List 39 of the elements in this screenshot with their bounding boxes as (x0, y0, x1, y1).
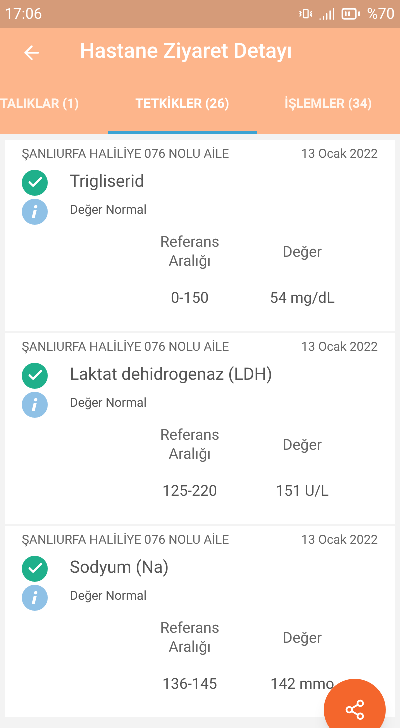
result-value: 54 mg/dL (270, 288, 335, 309)
info-icon (22, 584, 48, 611)
range-header: Referans Aralığı (159, 232, 221, 271)
facility-name: ŞANLIURFA HALİLİYE 076 NOLU AİLE (22, 339, 230, 357)
result-value: 142 mmo (270, 674, 334, 695)
info-icon (22, 392, 48, 418)
check-icon (22, 362, 48, 389)
range-header: Referans Aralığı (159, 426, 221, 464)
vibrate-icon (299, 7, 314, 21)
range-value: 136-145 (162, 674, 218, 695)
status-time: 17:06 (5, 4, 42, 25)
result-date: 13 Ocak 2022 (301, 339, 378, 357)
value-header: Değer (282, 434, 322, 456)
result-value: 151 U/L (276, 480, 329, 502)
range-value: 0-150 (171, 288, 209, 309)
result-note: Değer Normal (70, 588, 147, 606)
result-date: 13 Ocak 2022 (301, 146, 378, 164)
page-title: Hastane Ziyaret Detayı (80, 39, 293, 66)
info-icon (22, 198, 48, 225)
check-icon (22, 170, 48, 196)
range-value: 125-220 (162, 480, 218, 502)
facility-name: ŞANLIURFA HALİLİYE 076 NOLU AİLE (22, 146, 230, 164)
result-card[interactable]: ŞANLIURFA HALİLİYE 076 NOLU AİLE 13 Ocak 2022 Sodyum (Na) Değer Normal Referans Aralığı Değer 136-145 142 mmo (5, 526, 395, 717)
test-name: Sodyum (Na) (70, 557, 170, 580)
check-icon (22, 556, 48, 582)
range-header: Referans Aralığı (159, 618, 221, 657)
result-note: Değer Normal (70, 395, 147, 414)
value-header: Değer (282, 242, 322, 262)
result-card[interactable]: ŞANLIURFA HALİLİYE 076 NOLU AİLE 13 Ocak 2022 Laktat dehidrogenaz (LDH) Değer Normal Referans Aralığı Değer 125-220 151 U/L (5, 333, 395, 524)
result-card[interactable]: ŞANLIURFA HALİLİYE 076 NOLU AİLE 13 Ocak 2022 Trigliserid Değer Normal Referans Aralığı Değer 0-150 54 mg/dL (5, 140, 395, 331)
signal-icon (319, 6, 336, 22)
test-name: Laktat dehidrogenaz (LDH) (70, 364, 273, 387)
test-name: Trigliserid (70, 171, 144, 194)
facility-name: ŞANLIURFA HALİLİYE 076 NOLU AİLE (22, 532, 230, 550)
result-date: 13 Ocak 2022 (301, 532, 378, 550)
value-header: Değer (282, 628, 322, 648)
share-icon (344, 699, 366, 721)
result-note: Değer Normal (70, 202, 147, 220)
battery-level: %70 (367, 4, 395, 25)
